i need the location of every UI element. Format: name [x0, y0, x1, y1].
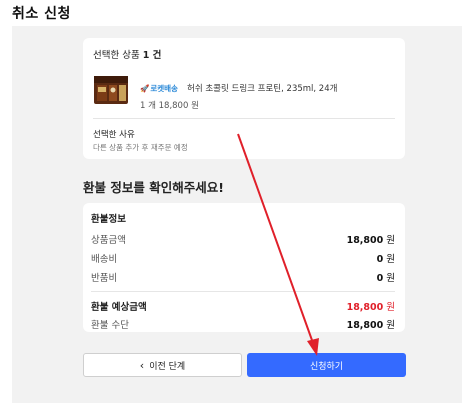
row-label: 상품금액 [91, 235, 126, 246]
refund-section-title: 환불 정보를 확인해주세요! [83, 180, 224, 195]
rocket-delivery-badge: 🚀로켓배송 [140, 84, 178, 93]
reason-label: 선택한 사유 [93, 130, 135, 140]
row-label: 반품비 [91, 273, 118, 284]
row-label: 환불 예상금액 [91, 302, 147, 313]
refund-info-header: 환불정보 [91, 214, 126, 225]
apply-button[interactable]: 신청하기 [247, 353, 406, 377]
divider [93, 118, 395, 119]
selected-product-card: 선택한 상품 1 건 🚀로켓배송 허쉬 초콜릿 드링크 프로틴, 235ml, … [83, 38, 405, 159]
refund-row-return-fee: 반품비 0원 [91, 270, 395, 284]
row-value: 0원 [376, 254, 395, 265]
divider [91, 291, 395, 292]
refund-row-product-amount: 상품금액 18,800 원 [91, 232, 395, 246]
product-thumbnail [94, 76, 128, 104]
row-value: 0원 [376, 273, 395, 284]
page-title: 취소 신청 [12, 6, 71, 22]
cancel-panel: 선택한 상품 1 건 🚀로켓배송 허쉬 초콜릿 드링크 프로틴, 235ml, … [12, 26, 462, 403]
row-value: 18,800 원 [346, 320, 395, 331]
chevron-left-icon: ‹ [139, 358, 145, 372]
reason-text: 다른 상품 추가 후 재주문 예정 [93, 143, 188, 152]
product-qty-price: 1 개 18,800 원 [140, 101, 199, 111]
refund-row-expected: 환불 예상금액 18,800 원 [91, 299, 395, 313]
selected-label: 선택한 상품 [93, 50, 140, 61]
prev-step-button[interactable]: ‹ 이전 단계 [83, 353, 242, 377]
apply-label: 신청하기 [309, 361, 344, 372]
selected-count-value: 1 건 [142, 50, 162, 61]
expected-refund-value: 18,800 원 [346, 302, 395, 313]
rocket-icon: 🚀 [140, 84, 150, 93]
selected-count: 선택한 상품 1 건 [93, 47, 161, 61]
refund-info-card: 환불정보 상품금액 18,800 원 배송비 0원 반품비 0원 환불 예상금액 … [83, 203, 405, 332]
refund-row-method: 환불 수단 18,800 원 [91, 317, 395, 331]
product-name: 허쉬 초콜릿 드링크 프로틴, 235ml, 24개 [187, 84, 338, 94]
row-value: 18,800 원 [346, 235, 395, 246]
row-label: 환불 수단 [91, 320, 129, 331]
refund-row-shipping: 배송비 0원 [91, 251, 395, 265]
row-label: 배송비 [91, 254, 118, 265]
prev-step-label: 이전 단계 [149, 361, 186, 372]
